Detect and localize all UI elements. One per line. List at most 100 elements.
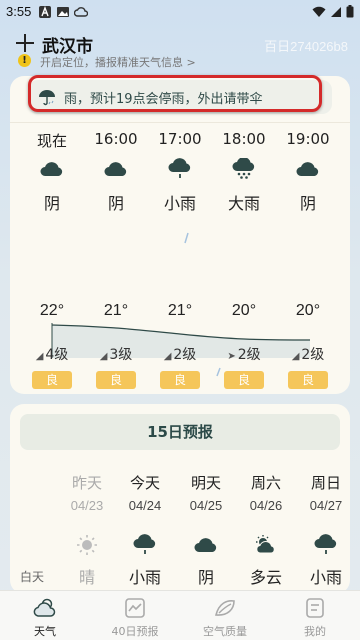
divider xyxy=(10,122,350,123)
rain-alert-bar[interactable]: 雨，预计19点会停雨，外出请带伞 xyxy=(28,80,332,114)
rain-alert-text: 雨，预计19点会停雨，外出请带伞 xyxy=(64,92,263,107)
status-bar: 3:55 xyxy=(0,0,360,26)
day-condition: 晴 xyxy=(78,568,95,587)
wind-direction-icon: ➤ xyxy=(227,351,236,362)
nav-weather[interactable]: 天气 xyxy=(0,591,90,640)
leaf-icon xyxy=(214,600,235,616)
hour-item[interactable]: 18:00 大雨 20° ➤ 2级 良 xyxy=(212,128,276,389)
app-a-icon xyxy=(39,6,51,18)
day-name: 今天 xyxy=(129,474,160,492)
hour-wind: ◢ 3级 xyxy=(84,344,148,364)
day-date: 04/24 xyxy=(128,498,162,513)
day-condition: 阴 xyxy=(197,568,214,587)
day-condition: 小雨 xyxy=(128,568,161,587)
hour-wind-value: 2级 xyxy=(237,347,261,363)
day-condition: 多云 xyxy=(249,568,282,587)
signal-icon xyxy=(331,6,341,17)
wind-direction-icon: ◢ xyxy=(163,351,172,362)
nav-label: 天气 xyxy=(34,625,56,638)
heavy-rain-icon xyxy=(232,158,255,179)
hour-wind: ◢ 2级 xyxy=(276,344,340,364)
weather-icon xyxy=(33,598,56,617)
nav-label: 我的 xyxy=(304,625,326,638)
day-date: 04/25 xyxy=(189,498,223,513)
day-name: 周日 xyxy=(310,474,341,492)
hour-temp: 21° xyxy=(103,302,129,319)
light-rain-icon xyxy=(168,158,191,178)
hour-item[interactable]: 16:00 阴 21° ◢ 3级 良 xyxy=(84,128,148,389)
chart-icon xyxy=(125,598,145,618)
cloud-icon xyxy=(104,162,127,176)
status-right xyxy=(312,5,354,18)
day-condition: 小雨 xyxy=(309,568,342,587)
cloud-icon xyxy=(296,162,319,176)
day-name: 昨天 xyxy=(71,474,102,492)
warning-icon: ! xyxy=(18,54,31,67)
profile-icon xyxy=(306,598,324,618)
hour-wind-value: 3级 xyxy=(109,347,133,363)
hour-item[interactable]: 现在 阴 22° ◢ 4级 良 xyxy=(20,128,84,389)
hour-wind-value: 4级 xyxy=(45,347,69,363)
wind-direction-icon: ◢ xyxy=(35,351,44,362)
day-date: 04/23 xyxy=(70,498,104,513)
hourly-list: 现在 阴 22° ◢ 4级 良 16:00 阴 21° ◢ 3级 良 17:00 小… xyxy=(20,128,340,389)
hour-time: 16:00 xyxy=(94,130,138,148)
hour-temp: 20° xyxy=(295,302,321,319)
nav-profile[interactable]: 我的 xyxy=(270,591,360,640)
hour-temp: 20° xyxy=(231,302,257,319)
header: 武汉市 百日274026b8 ! 开启定位，播报精准天气信息 > xyxy=(0,30,360,74)
bottom-nav: 天气 40日预报 空气质量 我的 xyxy=(0,590,360,640)
hourly-card: 雨，预计19点会停雨，外出请带伞 现在 阴 22° ◢ 4级 良 16:00 阴 … xyxy=(10,76,350,394)
hour-item[interactable]: 17:00 小雨 21° ◢ 2级 良 xyxy=(148,128,212,389)
day-date: 04/27 xyxy=(309,498,343,513)
aqi-badge: 良 xyxy=(288,371,328,389)
status-time: 3:55 xyxy=(6,4,32,19)
aqi-badge: 良 xyxy=(224,371,264,389)
hour-time: 18:00 xyxy=(222,130,266,148)
notification-cloud-icon xyxy=(74,7,88,17)
hour-item[interactable]: 19:00 阴 20° ◢ 2级 良 xyxy=(276,128,340,389)
location-hint-link[interactable]: 开启定位，播报精准天气信息 > xyxy=(40,54,196,70)
aqi-badge: 良 xyxy=(96,371,136,389)
aqi-badge: 良 xyxy=(32,371,72,389)
wifi-icon xyxy=(312,6,326,17)
hour-condition: 小雨 xyxy=(163,194,196,213)
hour-time: 19:00 xyxy=(286,130,330,148)
nav-label: 空气质量 xyxy=(203,625,247,638)
nav-label: 40日预报 xyxy=(111,625,159,638)
hour-wind-value: 2级 xyxy=(173,347,197,363)
day-name: 明天 xyxy=(190,474,221,492)
nav-40day[interactable]: 40日预报 xyxy=(90,591,180,640)
forecast-title[interactable]: 15日预报 xyxy=(20,414,340,450)
forecast-card: 15日预报 昨天 04/23 晴 今天 04/24 小雨 明天 04/25 阴 … xyxy=(10,404,350,594)
hour-temp: 22° xyxy=(39,302,65,319)
hour-temp: 21° xyxy=(167,302,193,319)
hour-wind: ◢ 4级 xyxy=(20,344,84,364)
hour-time: 17:00 xyxy=(158,130,202,148)
hour-condition: 阴 xyxy=(43,194,60,213)
day-name: 周六 xyxy=(250,474,281,492)
daytime-label: 白天 xyxy=(20,570,45,584)
umbrella-icon xyxy=(39,90,55,106)
hour-wind: ◢ 2级 xyxy=(148,344,212,364)
wind-direction-icon: ◢ xyxy=(99,351,108,362)
plus-icon[interactable] xyxy=(14,32,36,54)
wind-direction-icon: ◢ xyxy=(291,351,300,362)
nav-air-quality[interactable]: 空气质量 xyxy=(180,591,270,640)
device-id: 百日274026b8 xyxy=(264,39,348,54)
image-icon xyxy=(57,7,69,17)
hour-condition: 阴 xyxy=(299,194,316,213)
day-date: 04/26 xyxy=(249,498,283,513)
hour-condition: 阴 xyxy=(107,194,124,213)
cloud-icon xyxy=(194,538,217,552)
sun-icon xyxy=(77,535,97,555)
light-rain-icon xyxy=(314,534,337,554)
aqi-badge: 良 xyxy=(160,371,200,389)
hour-time: 现在 xyxy=(36,132,67,150)
cloud-icon xyxy=(40,162,63,176)
partly-cloudy-icon xyxy=(256,535,275,554)
hour-wind-value: 2级 xyxy=(301,347,325,363)
hour-wind: ➤ 2级 xyxy=(212,344,276,364)
light-rain-icon xyxy=(133,534,156,554)
hour-condition: 大雨 xyxy=(227,194,260,213)
